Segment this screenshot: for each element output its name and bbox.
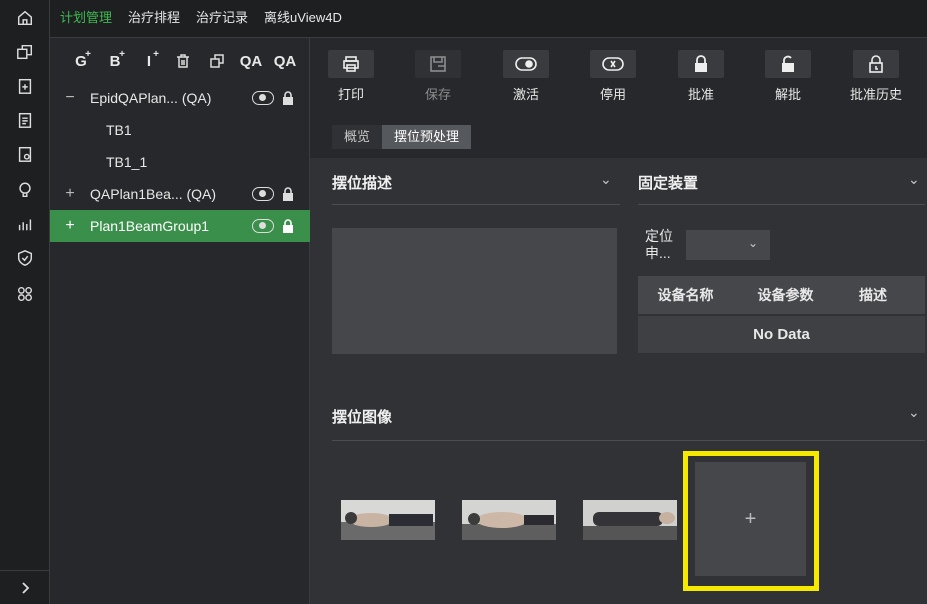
divider — [638, 204, 925, 205]
expand-icon[interactable]: + — [50, 185, 90, 203]
approve-history-button[interactable]: 批准历史 — [847, 50, 905, 103]
chart-icon[interactable] — [15, 214, 35, 234]
duplicate-icon — [210, 54, 224, 68]
unlock-icon — [782, 55, 794, 72]
fixation-title: 固定装置 — [638, 175, 699, 192]
tab-treatment-record[interactable]: 治疗记录 — [188, 0, 256, 38]
setup-images-title: 摆位图像 — [332, 409, 393, 426]
document-icon[interactable] — [15, 110, 35, 130]
unapprove-button[interactable]: 解批 — [763, 50, 813, 103]
setup-image-thumbnail[interactable] — [341, 500, 435, 540]
toggle-off-icon — [602, 57, 624, 71]
fixation-table-header: 设备名称 设备参数 描述 — [638, 276, 925, 314]
divider — [332, 440, 925, 441]
trash-icon — [177, 54, 189, 68]
plan-tree-panel: G + B + I + QA QA − EpidQAPlan... (QA) TB1 … — [50, 38, 310, 604]
lightbulb-icon[interactable] — [15, 180, 35, 200]
col-device-name: 设备名称 — [657, 287, 714, 303]
lock-history-icon — [869, 55, 883, 73]
highlight-box — [683, 451, 819, 591]
approve-button[interactable]: 批准 — [676, 50, 726, 103]
setup-image-thumbnail[interactable] — [462, 500, 556, 540]
tab-treatment-schedule[interactable]: 治疗排程 — [120, 0, 188, 38]
tree-node-label: Plan1BeamGroup1 — [90, 218, 210, 234]
tree-node-label: EpidQAPlan... (QA) — [90, 90, 212, 106]
icon-sidebar — [0, 0, 50, 604]
home-icon[interactable] — [15, 8, 35, 28]
setup-desc-title: 摆位描述 — [332, 175, 393, 192]
expand-sidebar-button[interactable] — [0, 570, 50, 604]
col-description: 描述 — [859, 287, 887, 303]
tree-node-plan1beamgroup1[interactable]: + Plan1BeamGroup1 — [50, 210, 310, 242]
collapse-icon[interactable]: − — [50, 89, 90, 107]
copy-icon[interactable] — [15, 42, 35, 62]
printer-icon — [343, 56, 359, 72]
expand-icon[interactable]: + — [50, 217, 90, 235]
tree-node-label: QAPlan1Bea... (QA) — [90, 186, 217, 202]
tab-plan-management[interactable]: 计划管理 — [52, 0, 120, 38]
add-group-button[interactable]: G + — [64, 46, 98, 76]
delete-button[interactable] — [166, 46, 200, 76]
main-content: 打印 保存 激活 停用 批准 解批 批准历史 概览 摆位预处理 摆位描述 ⌄ 固… — [310, 38, 927, 604]
tree-node-tb1-1[interactable]: TB1_1 — [50, 146, 310, 178]
tab-overview[interactable]: 概览 — [332, 125, 383, 149]
position-select[interactable]: ⌄ — [686, 230, 770, 260]
qa-button[interactable]: QA — [234, 46, 268, 76]
clipboard-user-icon[interactable] — [15, 144, 35, 164]
chevron-right-icon — [22, 581, 30, 594]
divider — [332, 204, 620, 205]
setup-desc-textarea[interactable] — [332, 228, 617, 354]
tree-node-tb1[interactable]: TB1 — [50, 114, 310, 146]
add-beam-button[interactable]: B + — [98, 46, 132, 76]
chevron-down-icon[interactable]: ⌄ — [908, 404, 920, 421]
chevron-down-icon[interactable]: ⌄ — [600, 171, 612, 188]
tab-offline-uview4d[interactable]: 离线uView4D — [256, 0, 350, 38]
clipboard-plus-icon[interactable] — [15, 76, 35, 96]
shield-check-icon[interactable] — [15, 248, 35, 268]
activate-button[interactable]: 激活 — [501, 50, 551, 103]
tree-node-label: TB1 — [106, 122, 132, 138]
col-device-params: 设备参数 — [757, 287, 814, 303]
position-label: 定位申... — [645, 228, 673, 261]
deactivate-button[interactable]: 停用 — [588, 50, 638, 103]
setup-image-thumbnail[interactable] — [583, 500, 677, 540]
tree-node-epidqa[interactable]: − EpidQAPlan... (QA) — [50, 82, 310, 114]
lock-icon — [695, 55, 707, 72]
lock-icon — [282, 91, 296, 105]
duplicate-button[interactable] — [200, 46, 234, 76]
eye-toggle-icon[interactable] — [252, 187, 274, 201]
tab-setup-preprocess[interactable]: 摆位预处理 — [382, 125, 472, 149]
lock-icon — [282, 187, 296, 201]
chevron-down-icon[interactable]: ⌄ — [908, 171, 920, 188]
save-icon — [430, 56, 446, 72]
print-button[interactable]: 打印 — [326, 50, 376, 103]
save-button[interactable]: 保存 — [413, 50, 463, 103]
plan-toolbar: 打印 保存 激活 停用 批准 解批 批准历史 — [310, 38, 927, 110]
add-image-button[interactable]: I + — [132, 46, 166, 76]
lock-icon — [282, 219, 296, 233]
top-nav: 计划管理 治疗排程 治疗记录 离线uView4D — [50, 0, 927, 38]
chevron-down-icon: ⌄ — [747, 236, 758, 250]
eye-toggle-icon[interactable] — [252, 219, 274, 233]
apps-icon[interactable] — [15, 284, 35, 304]
tree-toolbar: G + B + I + QA QA — [50, 38, 309, 84]
sub-tabs: 概览 摆位预处理 — [332, 125, 472, 149]
tree-node-qaplan1[interactable]: + QAPlan1Bea... (QA) — [50, 178, 310, 210]
toggle-on-icon — [515, 57, 537, 71]
tree-node-label: TB1_1 — [106, 154, 148, 170]
qa-undo-button[interactable]: QA — [268, 46, 302, 76]
fixation-table-empty: No Data — [638, 316, 925, 353]
eye-toggle-icon[interactable] — [252, 91, 274, 105]
